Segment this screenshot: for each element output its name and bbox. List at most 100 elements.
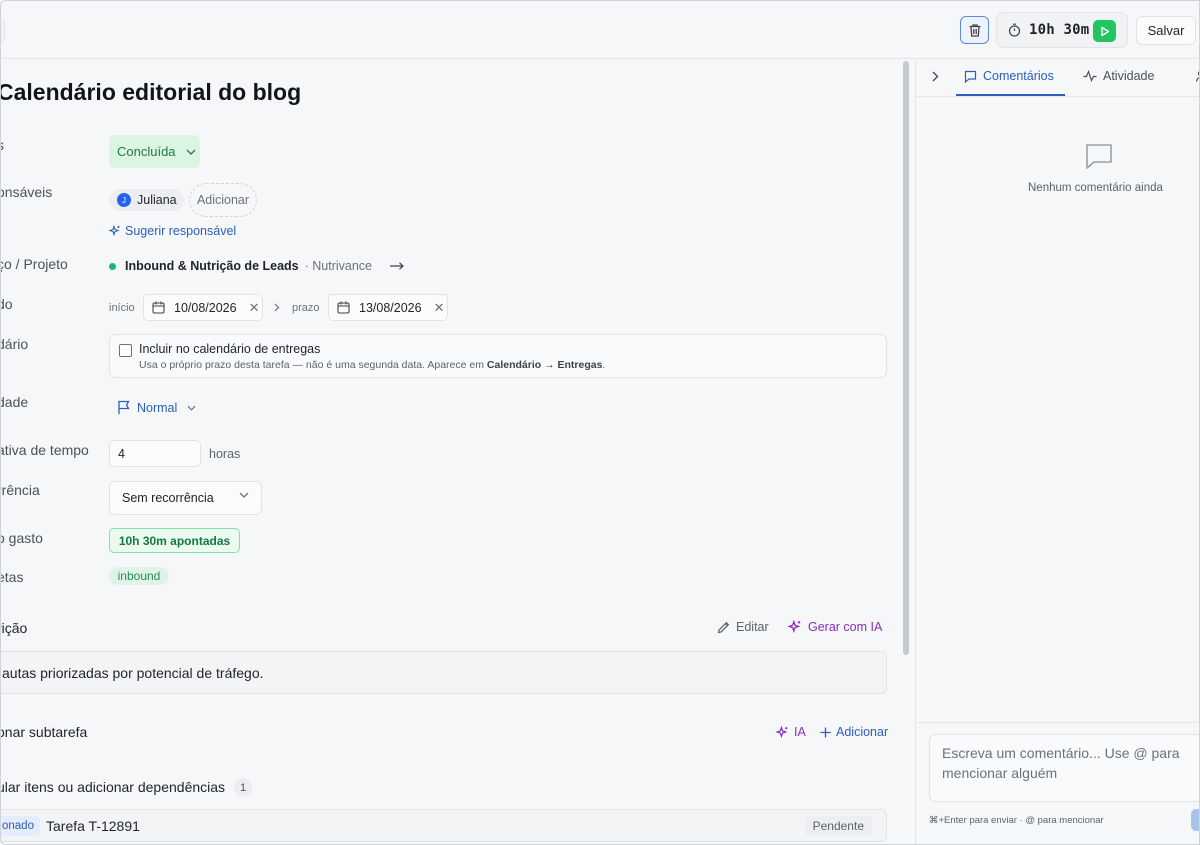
empty-comments-message: Nenhum comentário ainda [1028,182,1163,194]
comment-input[interactable]: Escreva um comentário... Use @ para menc… [929,734,1199,802]
avatar: J [117,193,131,207]
generate-ai-label: Gerar com IA [808,620,883,634]
time-spent-label: o gasto [0,530,43,546]
estimate-unit: horas [209,447,241,461]
chevron-down-icon [187,405,196,411]
sparkles-icon [109,225,120,237]
recurrence-label: rrência [0,482,40,498]
comment-empty-icon [1086,144,1112,169]
time-tracker: 10h 30m [996,12,1128,48]
task-title[interactable]: Calendário editorial do blog [1,79,301,106]
active-tab-indicator [956,94,1065,96]
estimate-input[interactable]: 4 [109,440,201,467]
tab-activity-label: Atividade [1103,69,1155,83]
calendar-icon [152,301,165,314]
sparkles-icon [776,725,788,738]
start-timer-button[interactable] [1093,20,1116,42]
flag-icon [118,400,130,414]
tag-chip[interactable]: inbound [109,567,169,585]
priority-label: dade [0,394,29,410]
priority-value: Normal [137,400,178,415]
task-details: Calendário editorial do blog s Concluída… [0,59,914,844]
calendar-icon [337,301,350,314]
ai-subtask-button[interactable]: IA [776,725,806,739]
panel-tabs: Comentários Atividade [916,59,1200,97]
add-assignee-button[interactable]: Adicionar [189,183,257,217]
suggest-assignee-button[interactable]: Sugerir responsável [109,224,236,238]
comment-icon [964,70,977,83]
status-value: Concluída [117,144,176,159]
tags-label: etas [1,569,24,585]
description-heading: rição [0,620,28,636]
tab-comments[interactable]: Comentários [964,69,1054,83]
description-text[interactable]: autas priorizadas por potencial de tráfe… [1,651,887,694]
arrow-right-icon [390,262,404,270]
calendar-label: dário [0,336,29,352]
user-icon[interactable] [1196,70,1200,82]
start-date-label: início [109,302,135,314]
project-link[interactable]: Inbound & Nutrição de Leads · Nutrivance [109,259,404,273]
pencil-icon [717,621,730,633]
project-label: ço / Projeto [0,256,68,272]
priority-dropdown[interactable]: Normal [117,400,196,415]
dependency-type-badge: onado [1,816,40,836]
estimate-label: ativa de tempo [0,442,89,458]
back-button[interactable] [1,16,5,44]
delivery-calendar-help: Usa o próprio prazo desta tarefa — não é… [139,359,606,371]
add-subtask-label: Adicionar [836,725,889,739]
due-date-label: prazo [292,302,320,314]
project-status-dot [109,262,116,270]
play-icon [1100,26,1109,36]
tab-comments-label: Comentários [983,69,1054,83]
start-date-field[interactable]: 10/08/2026 ✕ [143,294,263,321]
comments-panel: Comentários Atividade Nenhum comentário … [915,59,1200,844]
chevron-right-icon [274,303,280,312]
ai-subtask-label: IA [794,725,806,739]
chevron-down-icon [239,492,249,498]
delivery-calendar-option: Incluir no calendário de entregas Usa o … [109,334,887,378]
delete-button[interactable] [960,16,989,44]
activity-icon [1083,70,1097,82]
recurrence-dropdown[interactable]: Sem recorrência [109,481,262,515]
clear-due-date-icon[interactable]: ✕ [434,300,445,316]
time-spent-badge: 10h 30m apontadas [109,528,240,553]
save-button[interactable]: Salvar [1136,16,1196,45]
recurrence-value: Sem recorrência [122,491,214,505]
start-date-value: 10/08/2026 [174,300,237,315]
stopwatch-icon [1008,23,1021,37]
assignee-name: Juliana [137,193,177,207]
edit-label: Editar [736,620,769,634]
delivery-calendar-checkbox[interactable] [119,344,132,357]
generate-ai-button[interactable]: Gerar com IA [788,620,882,634]
dependency-name[interactable]: Tarefa T-12891 [46,818,140,834]
dependencies-count: 1 [234,778,252,797]
plus-icon [820,727,831,737]
comment-hint: ⌘+Enter para enviar · @ para mencionar [929,815,1104,826]
dependencies-heading: ular itens ou adicionar dependências [0,779,226,795]
top-bar: 10h 30m Salvar [1,1,1199,59]
due-date-field[interactable]: 13/08/2026 ✕ [328,294,448,321]
period-label: do [1,296,13,312]
add-subtask-button[interactable]: Adicionar [820,725,888,739]
status-dropdown[interactable]: Concluída [109,135,200,168]
scrollbar[interactable] [903,61,909,655]
due-date-value: 13/08/2026 [359,300,422,315]
project-client: · Nutrivance [304,259,373,273]
task-window: 10h 30m Salvar Calendário editorial do b… [0,0,1200,845]
trash-icon [969,23,980,37]
suggest-label: Sugerir responsável [125,224,237,238]
project-name: Inbound & Nutrição de Leads [125,259,299,273]
send-button[interactable] [1191,809,1199,831]
assignees-label: onsáveis [0,184,53,200]
sparkles-icon [788,620,801,634]
delivery-calendar-title: Incluir no calendário de entregas [139,342,321,356]
edit-description-button[interactable]: Editar [717,620,769,634]
chevron-right-icon[interactable] [932,71,939,82]
timer-value: 10h 30m [1029,22,1090,38]
dependency-row[interactable]: onado Tarefa T-12891 Pendente [1,809,887,842]
status-label: s [1,137,4,153]
tab-activity[interactable]: Atividade [1083,69,1154,83]
clear-start-date-icon[interactable]: ✕ [249,300,260,316]
assignee-chip[interactable]: J Juliana [109,189,184,211]
subtask-heading: onar subtarefa [0,724,88,740]
